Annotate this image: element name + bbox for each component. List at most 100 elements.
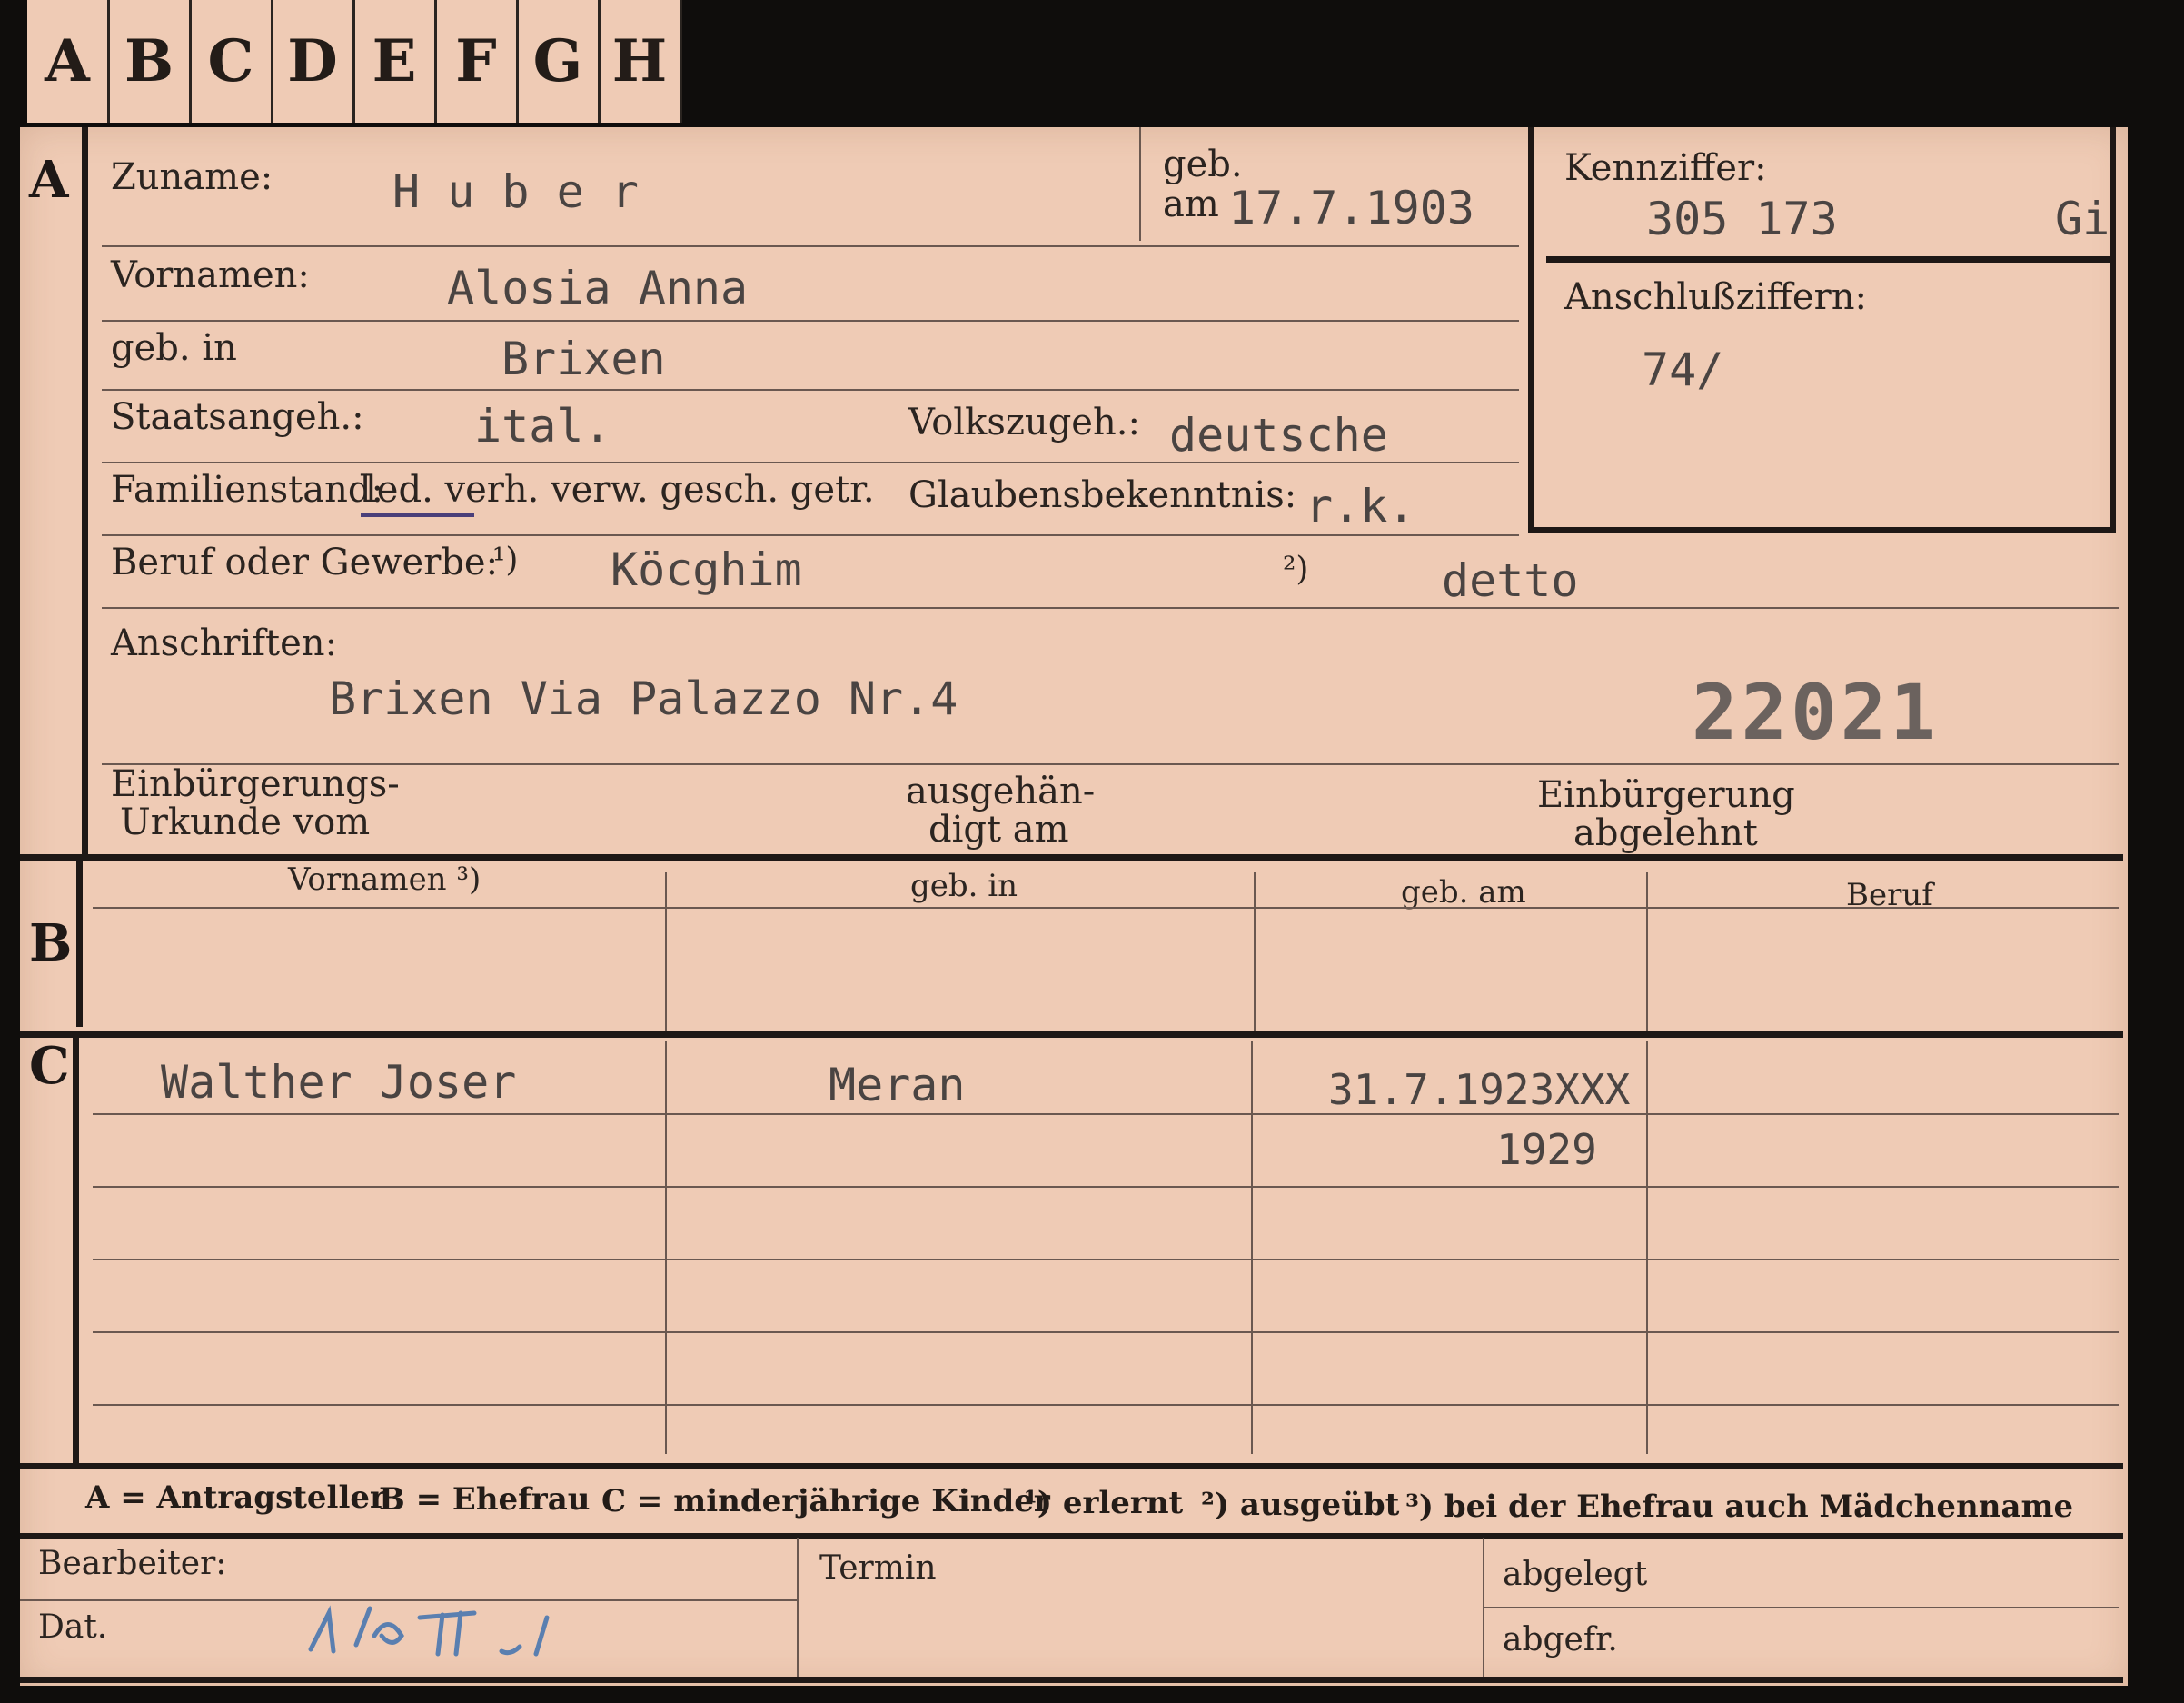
rule bbox=[102, 245, 1519, 247]
section-c-letter: C bbox=[29, 1036, 70, 1096]
rule bbox=[102, 607, 2119, 609]
tab-g[interactable]: G bbox=[518, 0, 601, 123]
legend-b: B = Ehefrau bbox=[379, 1481, 591, 1518]
abgelehnt-label-1: Einbürgerung bbox=[1537, 774, 1795, 816]
child-name[interactable]: Walther Joser bbox=[161, 1056, 516, 1109]
vornamen-label: Vornamen: bbox=[111, 254, 310, 296]
card-bottom-rule bbox=[20, 1677, 2123, 1683]
rule bbox=[102, 763, 2119, 765]
kennziffer-box-right bbox=[2110, 127, 2116, 532]
anschriften-value[interactable]: Brixen Via Palazzo Nr.4 bbox=[329, 672, 958, 725]
zuname-value[interactable]: H u b e r bbox=[392, 165, 639, 218]
dat-label: Dat. bbox=[38, 1608, 108, 1646]
tab-d[interactable]: D bbox=[273, 0, 355, 123]
tab-f[interactable]: F bbox=[436, 0, 519, 123]
volkszugeh-value[interactable]: deutsche bbox=[1169, 409, 1388, 462]
rule bbox=[93, 907, 2119, 909]
geb-divider bbox=[1139, 127, 1141, 241]
child-birthdate-correction[interactable]: 1929 bbox=[1496, 1125, 1597, 1174]
col-geb-am-header: geb. am bbox=[1401, 874, 1526, 911]
am-label: am bbox=[1163, 184, 1219, 225]
staatsangeh-value[interactable]: ital. bbox=[474, 400, 611, 453]
anschluss-value[interactable]: 74/ bbox=[1642, 344, 1723, 396]
abgelehnt-label-2: abgelehnt bbox=[1573, 812, 1758, 854]
termin-label: Termin bbox=[819, 1549, 937, 1587]
staatsangeh-label: Staatsangeh.: bbox=[111, 396, 364, 438]
table-row-rule bbox=[93, 1186, 2119, 1188]
rule bbox=[102, 462, 1519, 463]
beruf-value-2[interactable]: detto bbox=[1442, 554, 1579, 607]
abgefr-label: abgefr. bbox=[1503, 1621, 1618, 1658]
legend-bottom-rule bbox=[20, 1533, 2123, 1539]
tab-b[interactable]: B bbox=[109, 0, 192, 123]
einbuergerung-label-2: Urkunde vom bbox=[120, 802, 371, 843]
child-birthplace[interactable]: Meran bbox=[829, 1059, 966, 1111]
table-row-rule bbox=[93, 1113, 2119, 1115]
abgelegt-label: abgelegt bbox=[1503, 1556, 1648, 1593]
beruf-label: Beruf oder Gewerbe: bbox=[111, 542, 499, 583]
section-a-b-separator bbox=[20, 854, 2123, 861]
kennziffer-box-left bbox=[1528, 127, 1534, 532]
col-divider bbox=[797, 1538, 799, 1683]
geb-in-label: geb. in bbox=[111, 327, 237, 369]
pencil-date-scribble bbox=[308, 1605, 550, 1657]
beruf-value-1[interactable]: Köcghim bbox=[611, 543, 802, 596]
col-divider bbox=[1251, 1041, 1253, 1454]
rule bbox=[102, 389, 1519, 391]
beruf-note-2: ²) bbox=[1283, 551, 1309, 588]
beruf-note-1: ¹) bbox=[492, 542, 519, 579]
col-divider bbox=[1254, 872, 1256, 1031]
stamp-number: 22021 bbox=[1692, 668, 1940, 757]
legend-1: ¹) erlernt bbox=[1024, 1485, 1184, 1521]
col-vornamen-header: Vornamen ³) bbox=[288, 861, 481, 898]
glaubens-value[interactable]: r.k. bbox=[1305, 480, 1415, 533]
geb-label: geb. bbox=[1163, 144, 1243, 185]
legend-top-rule bbox=[20, 1463, 2123, 1469]
glaubens-label: Glaubensbekenntnis: bbox=[908, 474, 1297, 516]
vornamen-value[interactable]: Alosia Anna bbox=[447, 262, 748, 314]
child-birthdate[interactable]: 31.7.1923XXX bbox=[1328, 1065, 1630, 1114]
kennziffer-suffix: Gi bbox=[2055, 193, 2110, 245]
tab-e[interactable]: E bbox=[354, 0, 437, 123]
col-divider bbox=[665, 1041, 667, 1454]
einbuergerung-label-1: Einbürgerungs- bbox=[111, 763, 400, 805]
section-b-c-separator bbox=[20, 1031, 2123, 1038]
kennziffer-value[interactable]: 305 173 bbox=[1646, 193, 1838, 245]
kennziffer-box-divider bbox=[1546, 256, 2116, 263]
ausgehaendigt-label-2: digt am bbox=[928, 809, 1069, 851]
tab-h[interactable]: H bbox=[600, 0, 682, 123]
col-divider bbox=[1483, 1538, 1484, 1683]
legend-2: ²) ausgeübt bbox=[1201, 1487, 1400, 1523]
geb-in-value[interactable]: Brixen bbox=[501, 333, 666, 385]
zuname-label: Zuname: bbox=[111, 156, 273, 198]
ausgehaendigt-label-1: ausgehän- bbox=[906, 771, 1096, 812]
familienstand-options: led. verh. verw. gesch. getr. bbox=[365, 469, 875, 511]
section-b-letter: B bbox=[29, 913, 73, 973]
kennziffer-label: Kennziffer: bbox=[1564, 147, 1767, 189]
table-row-rule bbox=[93, 1259, 2119, 1260]
rule bbox=[102, 534, 1519, 536]
rule bbox=[1483, 1607, 2119, 1608]
volkszugeh-label: Volkszugeh.: bbox=[908, 402, 1140, 443]
section-divider bbox=[82, 127, 88, 859]
section-a-letter: A bbox=[29, 150, 69, 210]
section-divider bbox=[73, 1036, 79, 1468]
tab-c[interactable]: C bbox=[191, 0, 273, 123]
bearbeiter-label: Bearbeiter: bbox=[38, 1545, 227, 1582]
familienstand-selection-underline bbox=[361, 513, 474, 517]
tab-a[interactable]: A bbox=[27, 0, 110, 123]
index-tab-strip: A B C D E F G H bbox=[27, 0, 682, 123]
col-divider bbox=[665, 872, 667, 1031]
table-row-rule bbox=[93, 1331, 2119, 1333]
anschriften-label: Anschriften: bbox=[111, 622, 338, 664]
rule bbox=[102, 320, 1519, 322]
legend-a: A = Antragsteller bbox=[85, 1479, 386, 1516]
registration-card: A B C Zuname: H u b e r geb. am 17.7.190… bbox=[20, 127, 2128, 1686]
geb-am-value[interactable]: 17.7.1903 bbox=[1228, 182, 1474, 234]
table-row-rule bbox=[93, 1404, 2119, 1406]
familienstand-label: Familienstand: bbox=[111, 469, 383, 511]
kennziffer-box-bottom bbox=[1528, 527, 2116, 533]
col-divider bbox=[1646, 1041, 1648, 1454]
col-geb-in-header: geb. in bbox=[910, 868, 1018, 904]
anschluss-label: Anschlußziffern: bbox=[1564, 276, 1867, 318]
